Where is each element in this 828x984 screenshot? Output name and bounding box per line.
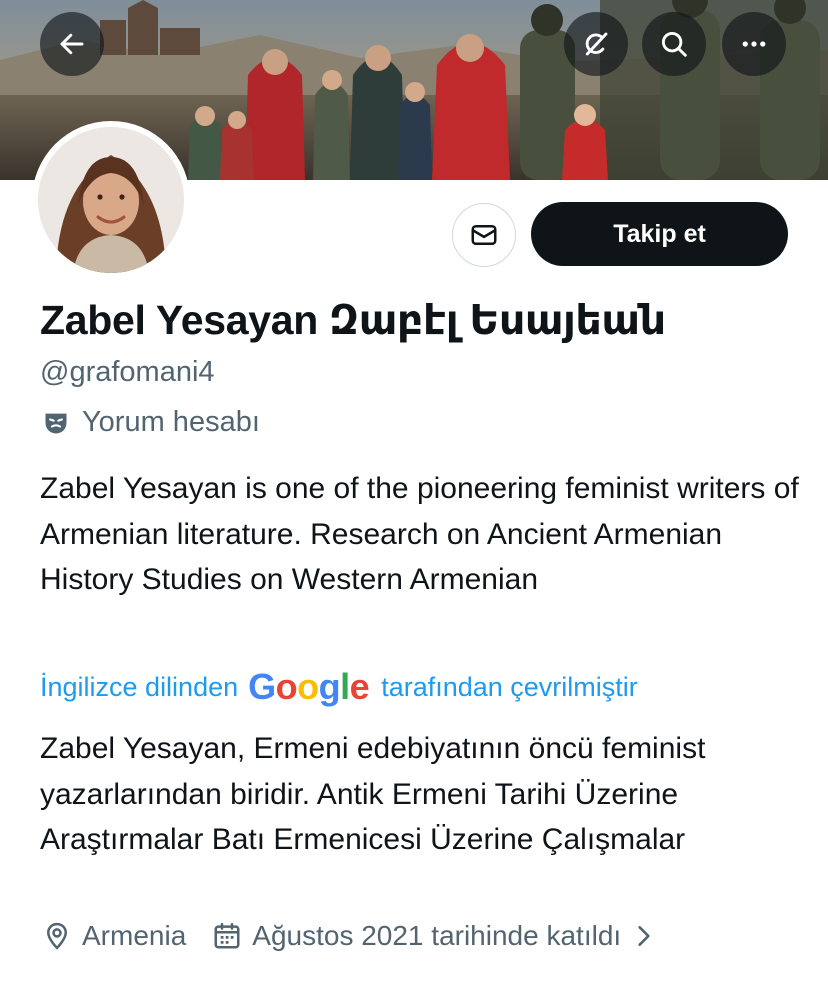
arrow-left-icon [60,33,84,55]
message-button[interactable] [452,203,516,267]
avatar[interactable] [32,121,190,279]
profile-meta: Armenia Ağustos 2021 tarihinde katıldı [42,920,657,952]
theater-mask-icon [45,413,67,433]
search-icon [661,31,687,57]
translation-prefix: İngilizce dilinden [40,671,239,702]
translated-bio: Zabel Yesayan, Ermeni edebiyatının öncü … [40,732,706,856]
handle: @grafomani4 [40,356,215,388]
google-logo: Google [248,666,370,707]
location-icon [46,922,68,950]
back-button[interactable] [40,12,104,76]
search-button[interactable] [642,12,706,76]
bio: Zabel Yesayan is one of the pioneering f… [40,472,799,596]
account-label-text: Yorum hesabı [82,406,260,438]
calendar-icon [214,922,240,949]
follow-button[interactable]: Takip et [531,202,788,266]
more-horizontal-icon [742,41,766,47]
grok-icon [585,32,608,56]
display-name: Zabel Yesayan Զաբէլ Եսայեան [40,297,666,343]
more-button[interactable] [722,12,786,76]
location-text: Armenia [82,920,187,951]
mail-icon [471,225,497,245]
chevron-right-icon [638,926,650,946]
joined-text: Ağustos 2021 tarihinde katıldı [252,920,622,951]
grok-button[interactable] [564,12,628,76]
translation-note[interactable]: İngilizce dilinden Google tarafından çev… [40,666,638,708]
avatar-image [38,127,184,273]
joined-date[interactable]: Ağustos 2021 tarihinde katıldı [212,920,657,952]
account-label[interactable]: Yorum hesabı [40,406,260,439]
translation-suffix: tarafından çevrilmiştir [381,671,638,702]
